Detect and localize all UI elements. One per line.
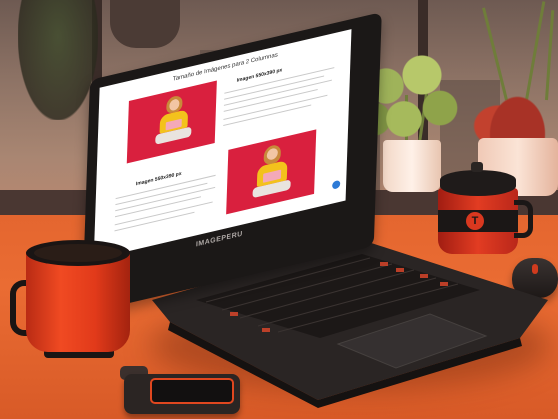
mug-coffee [34, 244, 122, 262]
photo-scene: T Tamaño de Imágenes para 2 Columnas Ima… [0, 0, 558, 419]
content-image-1[interactable] [126, 80, 217, 164]
chat-widget-button[interactable] [332, 179, 341, 190]
content-image-2[interactable] [226, 129, 317, 215]
phone-device [124, 374, 240, 414]
text-line [115, 186, 216, 212]
phone-screen [150, 378, 234, 404]
text-line [223, 79, 332, 107]
coffee-mug [10, 240, 134, 362]
